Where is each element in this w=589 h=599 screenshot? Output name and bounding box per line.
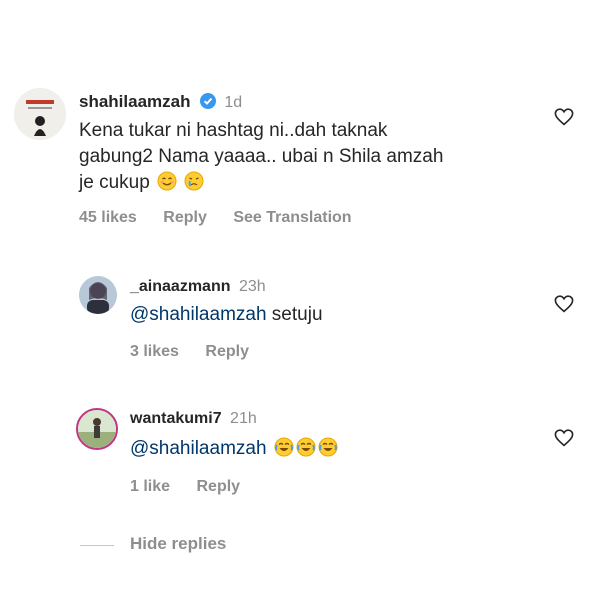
comment-body: setuju [266,304,323,325]
comment-time[interactable]: 21h [230,410,257,427]
tears-of-joy-emoji [274,437,294,457]
comment-text: Kena tukar ni hashtag ni..dah taknak gab… [79,118,443,196]
mention-link[interactable]: @shahilaamzah [130,438,267,459]
comment-text-line: je cukup [79,170,443,196]
comment-text-line: Kena tukar ni hashtag ni..dah taknak [79,120,388,141]
like-heart-icon[interactable] [554,429,574,447]
avatar[interactable] [79,276,117,314]
mention-link[interactable]: @shahilaamzah [130,304,267,325]
comment-username[interactable]: wantakumi7 [130,410,222,427]
smiling-face-emoji [157,171,177,191]
reply-button[interactable]: Reply [205,343,249,360]
comment-actions: 3 likes Reply [130,343,271,361]
comment-text-line: gabung2 Nama yaaaa.. ubai n Shila amzah [79,146,444,167]
tears-of-joy-emoji [318,437,338,457]
comment-username[interactable]: _ainaazmann [130,278,230,295]
see-translation-button[interactable]: See Translation [233,209,351,226]
like-heart-icon[interactable] [554,108,574,126]
hide-replies-divider [80,545,114,546]
hide-replies-button[interactable]: Hide replies [130,534,226,554]
tears-of-joy-emoji [296,437,316,457]
avatar[interactable] [14,88,66,140]
comment-text-line-3: je cukup [79,172,150,193]
avatar[interactable] [76,408,118,450]
comment-text: @shahilaamzah setuju [130,302,323,328]
likes-count[interactable]: 1 like [130,478,170,495]
comment-time[interactable]: 23h [239,278,266,295]
likes-count[interactable]: 3 likes [130,343,179,360]
comment-text: @shahilaamzah [130,436,338,462]
comment-username[interactable]: shahilaamzah [79,92,191,111]
comment-actions: 45 likes Reply See Translation [79,209,374,227]
avatar-image [14,88,66,140]
crying-face-emoji [184,171,204,191]
comment-time[interactable]: 1d [224,94,242,111]
like-heart-icon[interactable] [554,295,574,313]
avatar-image [78,410,116,448]
avatar-image [79,276,117,314]
likes-count[interactable]: 45 likes [79,209,137,226]
reply-button[interactable]: Reply [163,209,207,226]
reply-button[interactable]: Reply [196,478,240,495]
comment-actions: 1 like Reply [130,478,262,496]
verified-badge-icon [199,93,216,109]
